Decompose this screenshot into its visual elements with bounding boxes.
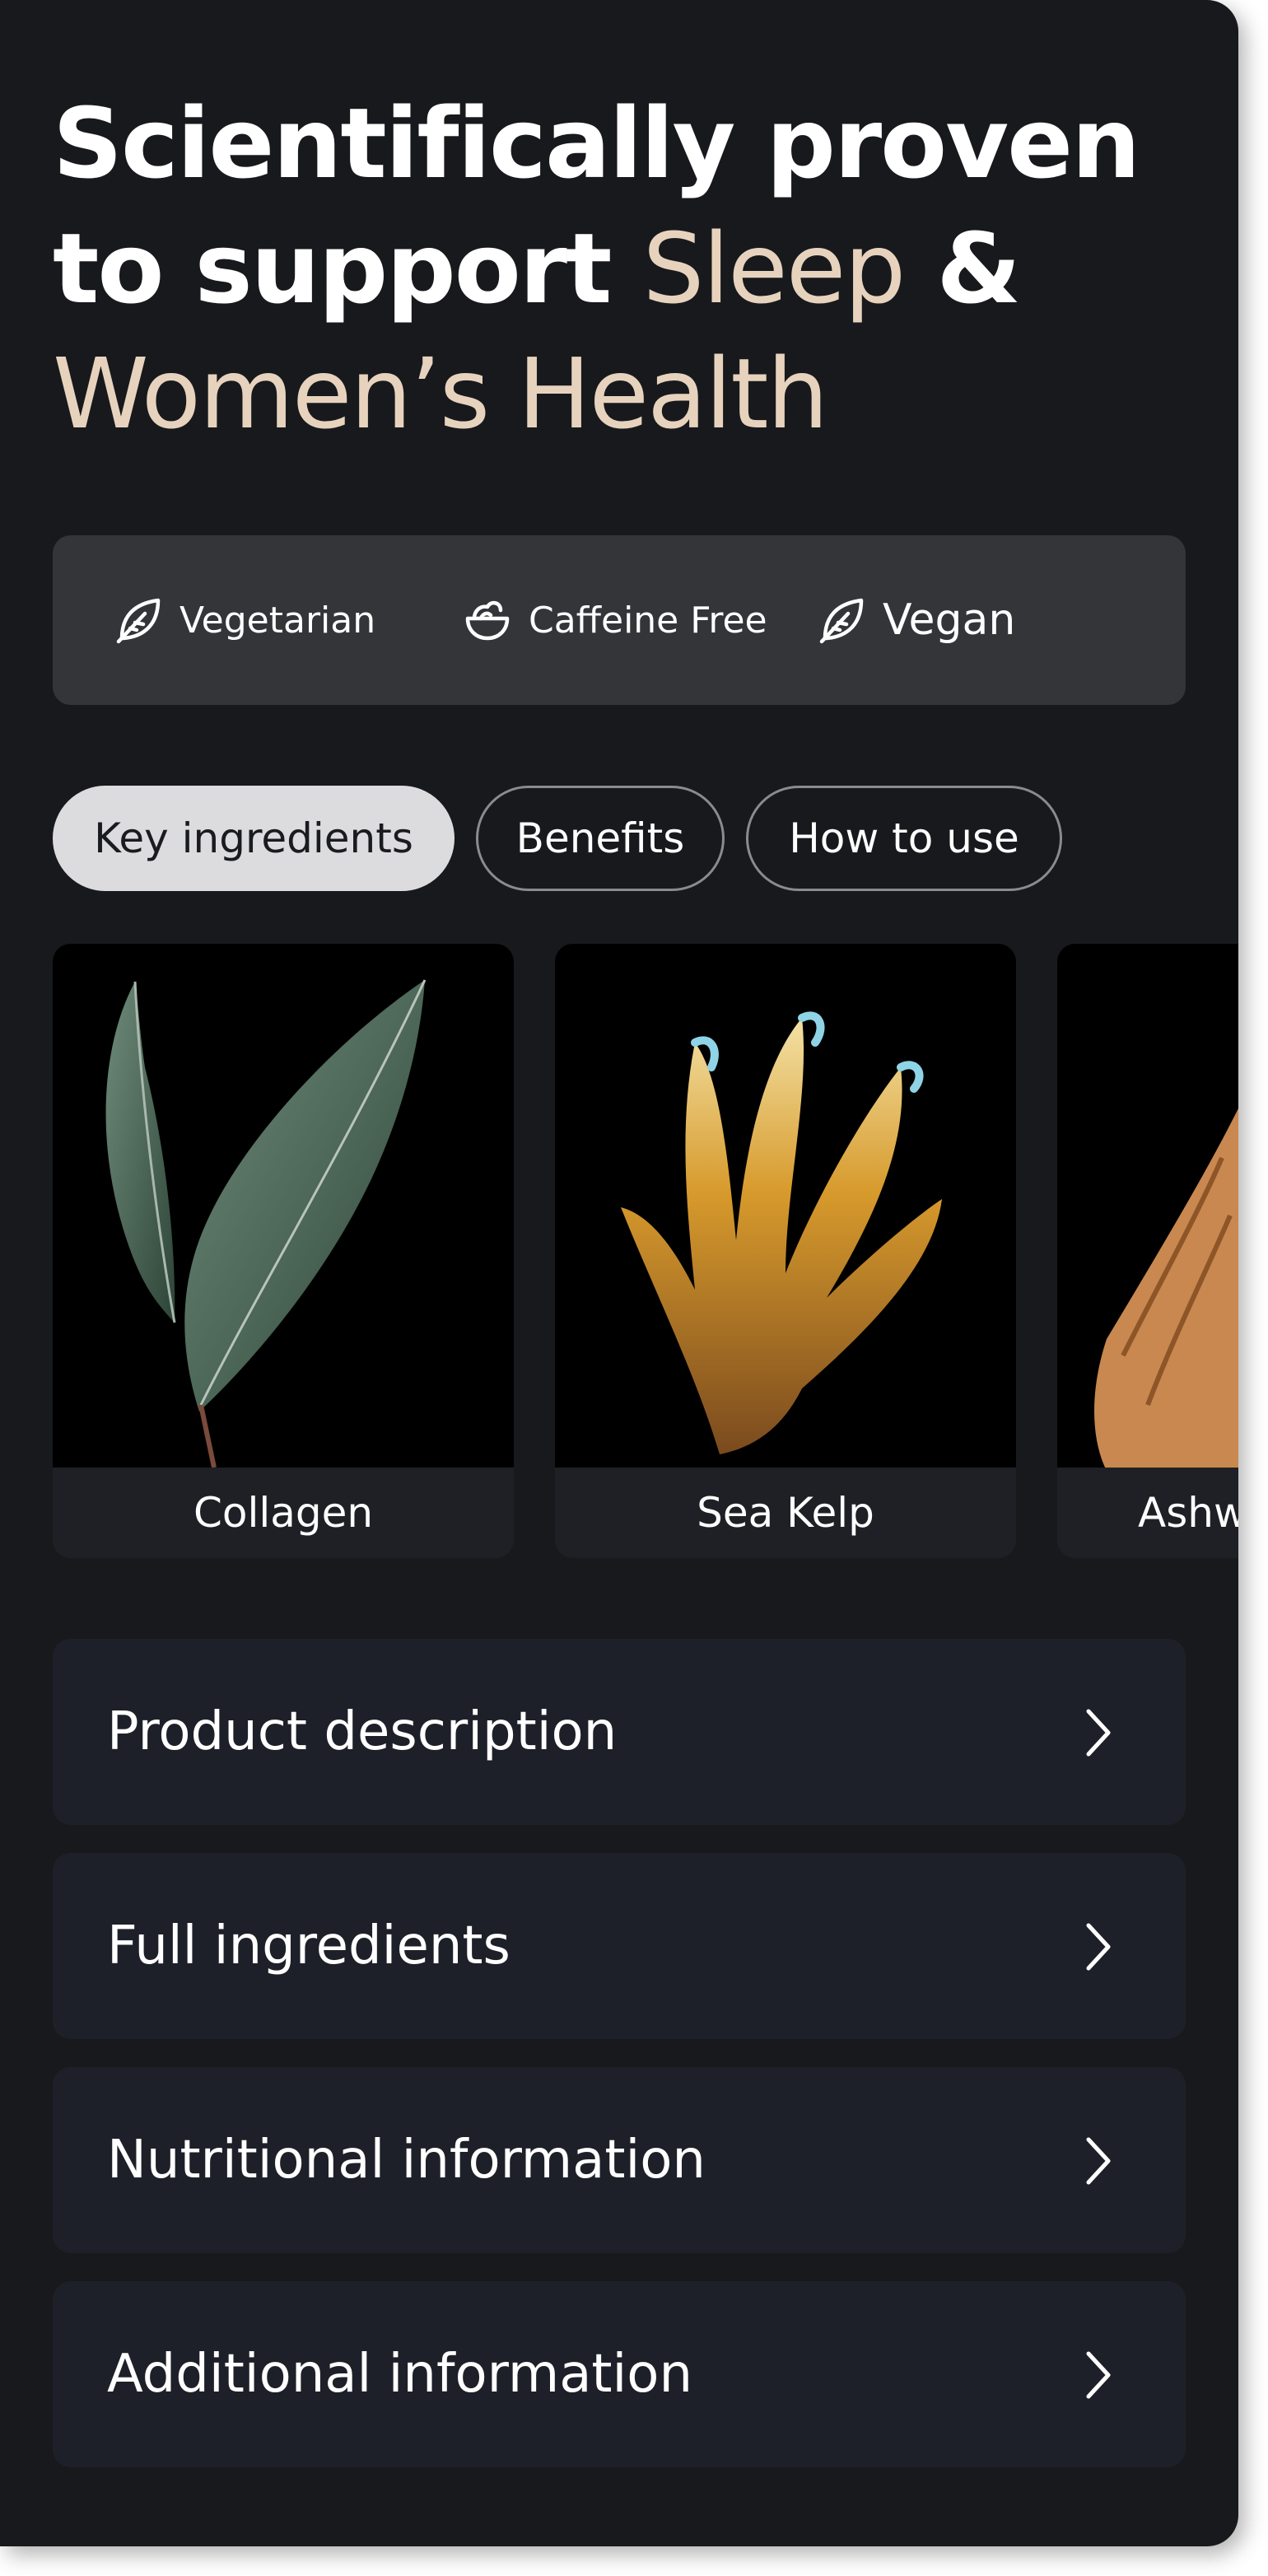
attribute-caffeine-free: Caffeine Free	[461, 535, 767, 705]
accordion-additional-information[interactable]: Additional information	[53, 2281, 1186, 2467]
ingredient-card-sea-kelp[interactable]: Sea Kelp	[555, 944, 1016, 1558]
tab-key-ingredients[interactable]: Key ingredients	[53, 786, 455, 891]
chevron-right-icon	[1082, 2135, 1115, 2191]
attribute-vegetarian: Vegetarian	[112, 535, 375, 705]
ingredient-card-collagen[interactable]: Collagen	[53, 944, 514, 1558]
bowl-icon	[461, 594, 514, 646]
ingredient-label: Ashw	[1138, 1489, 1238, 1537]
attribute-label: Vegan	[883, 595, 1016, 645]
ingredient-card-ashwagandha[interactable]: Ashw	[1057, 944, 1238, 1558]
leaf-icon	[815, 594, 868, 646]
accordion-product-description[interactable]: Product description	[53, 1639, 1186, 1825]
accordion-nutritional-information[interactable]: Nutritional information	[53, 2067, 1186, 2253]
ingredient-label: Collagen	[193, 1489, 374, 1537]
product-attributes-bar: Vegetarian Caffeine Free Vegan	[53, 535, 1186, 705]
ingredient-image	[555, 944, 1016, 1468]
tab-benefits[interactable]: Benefits	[476, 786, 725, 891]
chevron-right-icon	[1082, 1706, 1115, 1763]
accordion-label: Additional information	[107, 2344, 692, 2405]
accordion-label: Nutritional information	[107, 2130, 706, 2191]
product-details-card: Scientifically proven to support Sleep &…	[0, 0, 1238, 2546]
accordion-label: Product description	[107, 1701, 618, 1762]
tab-how-to-use[interactable]: How to use	[746, 786, 1062, 891]
leaf-icon	[112, 594, 165, 646]
ingredient-image	[1057, 944, 1238, 1471]
accordion-full-ingredients[interactable]: Full ingredients	[53, 1853, 1186, 2039]
attribute-label: Vegetarian	[179, 599, 376, 642]
accordion-label: Full ingredients	[107, 1916, 510, 1976]
headline: Scientifically proven to support Sleep &…	[53, 86, 1140, 450]
attribute-vegan: Vegan	[815, 535, 1015, 705]
attribute-label: Caffeine Free	[529, 599, 767, 642]
ingredient-image	[53, 944, 514, 1468]
ingredient-label: Sea Kelp	[697, 1489, 874, 1537]
chevron-right-icon	[1082, 1920, 1115, 1977]
chevron-right-icon	[1082, 2349, 1115, 2406]
